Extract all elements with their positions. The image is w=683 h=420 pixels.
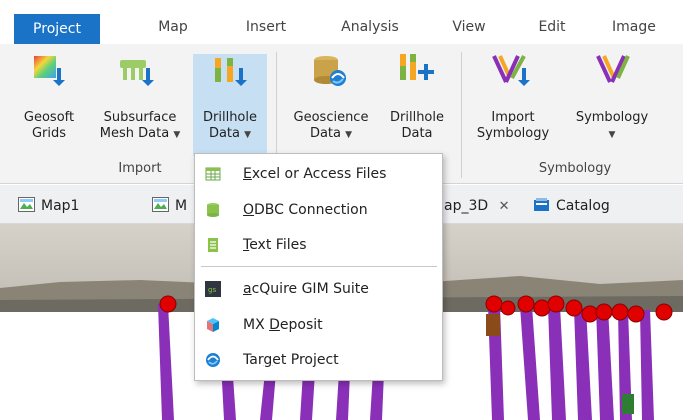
catalog-icon (534, 198, 549, 211)
menu-bar: Project Map Insert Analysis View Edit Im… (0, 0, 683, 44)
import-symbology-button[interactable]: Import Symbology (468, 48, 558, 156)
geosoft-grids-button[interactable]: Geosoft Grids (20, 48, 78, 156)
subsurface-mesh-icon (120, 60, 154, 86)
view-tab-map3d[interactable]: ap_3D ✕ (444, 195, 510, 217)
menu-item-label-post: DBC Connection (254, 202, 368, 218)
chevron-down-icon: ▼ (244, 130, 252, 140)
map-icon (152, 197, 169, 212)
drillhole-icon (215, 58, 247, 86)
menu-item-label: acQuire GIM Suite (243, 281, 369, 297)
view-tab-map2-label: M (175, 198, 188, 214)
map-icon (18, 197, 35, 212)
geoscience-data-label-2: Data ▼ (284, 126, 378, 143)
menu-item-label-pre: Tar (243, 352, 264, 368)
menu-item-text-files[interactable]: Text Files (195, 228, 442, 262)
svg-text:gs: gs (208, 286, 216, 294)
new-drillhole-label-2: Data (401, 126, 433, 141)
geoscience-data-label-1: Geoscience (293, 110, 369, 125)
subsurface-mesh-label-text: Mesh Data (99, 126, 170, 141)
symbology-icon (596, 55, 630, 83)
tab-image[interactable]: Image (612, 14, 683, 42)
menu-item-label-post: eposit (279, 317, 323, 333)
new-drillhole-label-1: Drillhole (390, 110, 444, 125)
view-tab-map1-label: Map1 (41, 198, 80, 214)
subsurface-mesh-data-button[interactable]: Subsurface Mesh Data ▼ (90, 48, 190, 156)
import-symbology-label-1: Import (491, 110, 535, 125)
geosoft-grids-label-1: Geosoft (23, 110, 75, 125)
chevron-down-icon: ▼ (173, 130, 181, 140)
chevron-down-icon: ▼ (345, 130, 353, 140)
menu-item-label: ODBC Connection (243, 202, 368, 218)
symbology-caret: ▼ (562, 126, 662, 143)
group-label-import: Import (118, 161, 162, 176)
drillhole-data-label-2: Data ▼ (193, 126, 267, 143)
menu-item-mnemonic: g (263, 352, 273, 368)
tab-analysis[interactable]: Analysis (330, 14, 410, 42)
geoscience-database-icon (314, 56, 346, 86)
tab-project[interactable]: Project (14, 14, 100, 44)
menu-item-mnemonic: a (243, 281, 252, 297)
chevron-down-icon: ▼ (608, 130, 616, 140)
geosoft-grid-icon (34, 56, 65, 86)
target-project-icon (206, 353, 220, 367)
menu-item-mnemonic: D (269, 317, 280, 333)
menu-item-label-post: xcel or Access Files (251, 166, 387, 182)
database-icon (207, 203, 219, 217)
menu-item-mx-deposit[interactable]: MX Deposit (195, 308, 442, 342)
drillhole-data-button[interactable]: Drillhole Data ▼ (193, 54, 267, 156)
tab-edit[interactable]: Edit (530, 14, 574, 42)
drillhole-data-label-text: Data (208, 126, 240, 141)
menu-item-acquire-gim-suite[interactable]: gs acQuire GIM Suite (195, 272, 442, 306)
new-drillhole-data-button[interactable]: Drillhole Data (380, 48, 454, 156)
symbology-label-1: Symbology (575, 110, 649, 125)
geosoft-grids-label-2: Grids (31, 126, 67, 141)
menu-item-label-pre: MX (243, 317, 270, 333)
menu-item-odbc-connection[interactable]: ODBC Connection (195, 193, 442, 227)
menu-item-label-post: et Project (272, 352, 339, 368)
view-tab-map1[interactable]: Map1 (18, 195, 79, 217)
menu-item-label: Target Project (243, 352, 339, 368)
view-tab-map3d-label: ap_3D (444, 198, 489, 214)
tab-insert[interactable]: Insert (236, 14, 296, 42)
subsurface-mesh-label-1: Subsurface (103, 110, 177, 125)
menu-separator (201, 266, 437, 267)
menu-item-label: Excel or Access Files (243, 166, 386, 182)
menu-item-label-post: cQuire GIM Suite (251, 281, 369, 297)
symbology-button[interactable]: Symbology ▼ (562, 48, 662, 156)
group-label-symbology: Symbology (538, 161, 612, 176)
view-tab-catalog-label: Catalog (556, 198, 610, 214)
mx-deposit-icon (207, 318, 219, 332)
drillhole-data-label-1: Drillhole (203, 110, 257, 125)
geoscience-data-button[interactable]: Geoscience Data ▼ (284, 48, 378, 156)
view-tab-catalog[interactable]: Catalog (533, 195, 610, 217)
import-symbology-icon (492, 55, 530, 86)
acquire-icon: gs (205, 281, 221, 297)
menu-item-label-post: ext Files (249, 237, 307, 253)
menu-item-target-project[interactable]: Target Project (195, 343, 442, 377)
menu-item-mnemonic: O (243, 202, 255, 218)
table-icon (205, 167, 221, 181)
subsurface-mesh-label-2: Mesh Data ▼ (90, 126, 190, 143)
group-separator (461, 52, 462, 178)
menu-item-mnemonic: E (243, 166, 252, 182)
view-tab-map2[interactable]: M (152, 195, 187, 217)
tab-view[interactable]: View (446, 14, 492, 42)
menu-item-label: MX Deposit (243, 317, 323, 333)
geoscience-data-label-text: Data (309, 126, 341, 141)
close-icon[interactable]: ✕ (499, 199, 510, 214)
menu-item-excel-or-access-files[interactable]: Excel or Access Files (195, 157, 442, 191)
tab-map[interactable]: Map (148, 14, 198, 42)
text-file-icon (208, 238, 218, 252)
menu-item-label: Text Files (243, 237, 307, 253)
drillhole-data-dropdown: Excel or Access Files ODBC Connection Te… (194, 153, 443, 381)
import-symbology-label-2: Symbology (476, 126, 550, 141)
drillhole-add-icon (400, 54, 434, 80)
